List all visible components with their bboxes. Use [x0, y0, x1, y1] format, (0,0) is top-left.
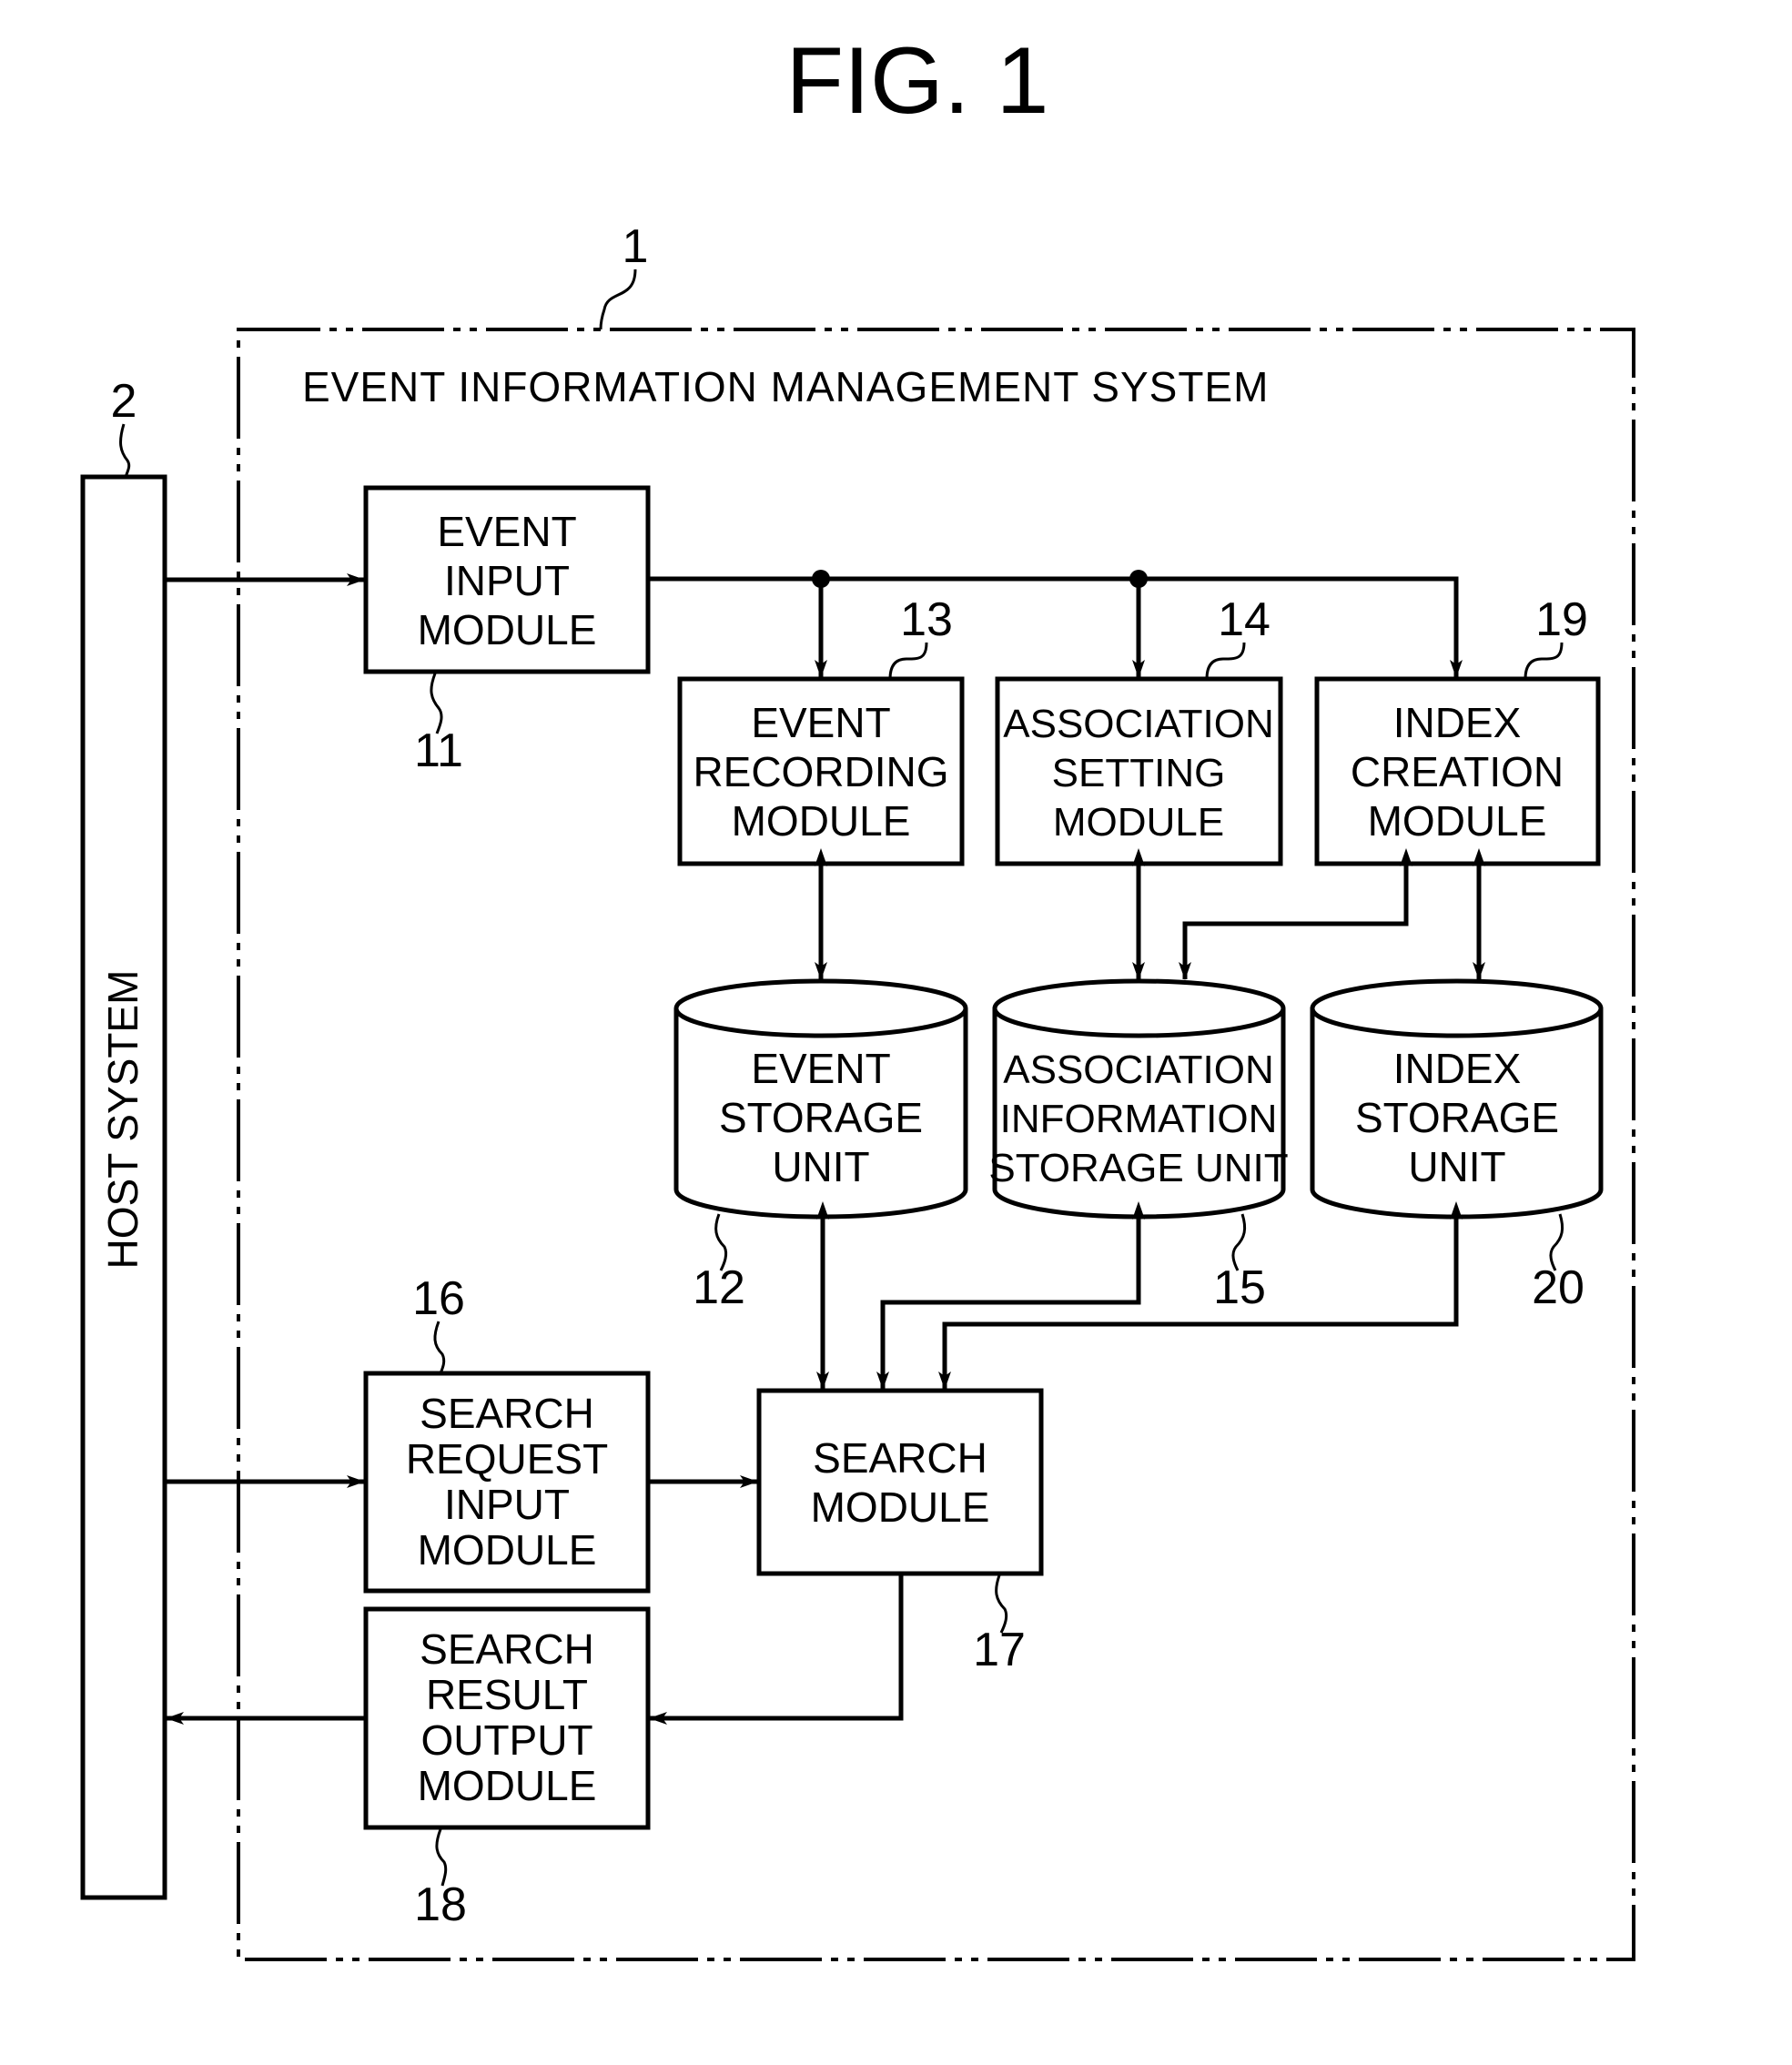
association-setting-line-2: SETTING [1052, 751, 1226, 795]
association-storage-ref: 15 [1213, 1261, 1266, 1314]
search-request-input-module: SEARCH REQUEST INPUT MODULE [363, 1371, 651, 1594]
search-result-line-3: OUTPUT [420, 1716, 592, 1764]
association-storage-line-1: ASSOCIATION [1003, 1048, 1273, 1092]
arrow-search-to-search-result [649, 1574, 904, 1725]
event-input-line-3: MODULE [418, 606, 597, 653]
arrow-association-storage-search [876, 1201, 1145, 1390]
index-storage-line-2: STORAGE [1355, 1094, 1559, 1141]
association-setting-line-3: MODULE [1053, 800, 1224, 845]
event-input-module: EVENT INPUT MODULE [363, 485, 651, 674]
search-module: SEARCH MODULE [756, 1388, 1044, 1576]
search-request-line-1: SEARCH [420, 1390, 594, 1437]
index-storage-unit: INDEX STORAGE UNIT [1310, 978, 1604, 1220]
search-result-line-4: MODULE [418, 1762, 597, 1809]
search-result-line-1: SEARCH [420, 1625, 594, 1673]
host-ref-number: 2 [111, 375, 137, 428]
system-leader-line [599, 268, 637, 330]
index-storage-ref: 20 [1532, 1261, 1584, 1314]
host-system-label: HOST SYSTEM [99, 970, 147, 1270]
junction-dot-icon [812, 570, 830, 588]
search-result-leader [435, 1828, 448, 1887]
association-storage-line-3: STORAGE UNIT [988, 1146, 1288, 1190]
junction-dot-icon [1129, 570, 1148, 588]
event-recording-line-2: RECORDING [693, 748, 948, 795]
association-setting-line-1: ASSOCIATION [1003, 702, 1273, 746]
search-module-ref: 17 [973, 1624, 1026, 1676]
index-creation-module: INDEX CREATION MODULE [1314, 676, 1601, 866]
host-leader-line [119, 423, 131, 478]
event-storage-ref: 12 [693, 1261, 745, 1314]
search-result-line-2: RESULT [426, 1671, 588, 1718]
event-recording-line-3: MODULE [732, 797, 911, 845]
search-request-line-4: MODULE [418, 1526, 597, 1574]
index-storage-line-3: UNIT [1408, 1143, 1505, 1190]
index-creation-ref: 19 [1535, 593, 1588, 646]
figure-title: FIG. 1 [786, 28, 1049, 134]
association-setting-leader [1205, 642, 1246, 680]
event-storage-line-3: UNIT [772, 1143, 869, 1190]
event-storage-unit: EVENT STORAGE UNIT [673, 978, 968, 1220]
search-module-line-1: SEARCH [813, 1434, 987, 1482]
search-result-output-module: SEARCH RESULT OUTPUT MODULE [363, 1606, 651, 1830]
bus-event-input-to-index-creation [648, 576, 1463, 678]
search-result-ref: 18 [414, 1878, 467, 1931]
search-request-ref: 16 [412, 1272, 465, 1325]
arrow-index-creation-association-storage [1179, 848, 1412, 980]
index-creation-leader [1524, 642, 1564, 680]
index-creation-line-2: CREATION [1351, 748, 1564, 795]
association-setting-module: ASSOCIATION SETTING MODULE [995, 676, 1283, 866]
event-recording-ref: 13 [900, 593, 953, 646]
association-information-storage-unit: ASSOCIATION INFORMATION STORAGE UNIT [988, 978, 1289, 1220]
event-input-ref: 11 [414, 724, 463, 777]
index-creation-line-1: INDEX [1393, 699, 1522, 746]
system-ref-number: 1 [623, 220, 649, 273]
association-storage-line-2: INFORMATION [1000, 1097, 1278, 1141]
event-input-line-1: EVENT [437, 508, 576, 555]
search-request-leader [433, 1321, 446, 1374]
block-diagram: FIG. 1 1 EVENT INFORMATION MANAGEMENT SY… [80, 28, 1635, 1961]
event-recording-module: EVENT RECORDING MODULE [677, 676, 965, 866]
association-setting-ref: 14 [1218, 593, 1271, 646]
index-creation-line-3: MODULE [1368, 797, 1547, 845]
search-module-line-2: MODULE [811, 1483, 990, 1531]
event-input-line-2: INPUT [444, 557, 570, 604]
index-storage-line-1: INDEX [1393, 1045, 1522, 1092]
search-request-line-3: INPUT [444, 1481, 570, 1528]
event-storage-line-2: STORAGE [719, 1094, 923, 1141]
event-recording-line-1: EVENT [751, 699, 890, 746]
event-recording-leader [888, 642, 928, 680]
system-title: EVENT INFORMATION MANAGEMENT SYSTEM [302, 363, 1269, 410]
search-request-line-2: REQUEST [406, 1435, 608, 1483]
event-storage-line-1: EVENT [751, 1045, 890, 1092]
